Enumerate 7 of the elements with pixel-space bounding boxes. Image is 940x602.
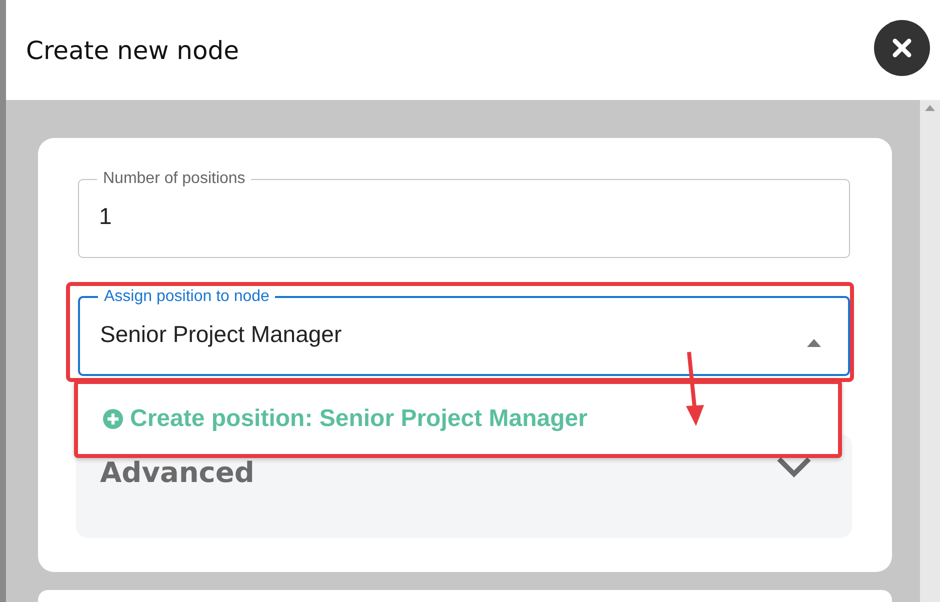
input-field[interactable]: Assign position to node Senior Project Manager	[78, 288, 850, 376]
close-icon	[891, 37, 913, 59]
input-field[interactable]: Number of positions 1	[78, 170, 850, 258]
chevron-icon	[776, 456, 812, 478]
dialog-title: Create new node	[26, 36, 240, 64]
scroll-up-icon	[924, 104, 936, 112]
plus-circle-icon	[102, 408, 124, 430]
